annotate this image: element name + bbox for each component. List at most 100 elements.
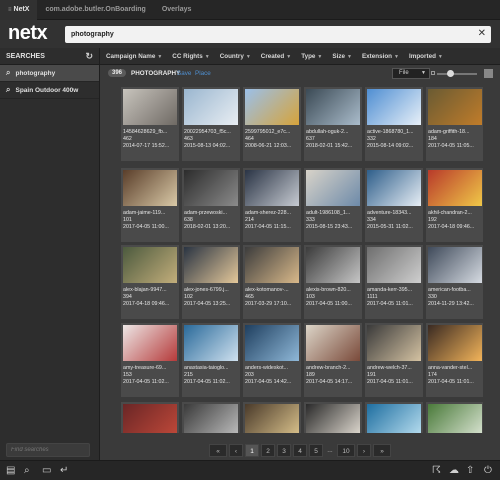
asset-thumbnail[interactable]: [184, 247, 238, 283]
asset-card[interactable]: abdullah-oguk-2... 637 2018-02-01 15:42...: [304, 87, 362, 161]
cloud-icon[interactable]: ☁: [449, 465, 459, 476]
asset-card[interactable]: andrew-branch-2... 189 2017-04-05 14:17...: [304, 323, 362, 397]
asset-thumbnail[interactable]: [367, 404, 421, 433]
asset-card[interactable]: adam-griffith-18... 184 2017-04-05 11:05..…: [426, 87, 483, 161]
search-icon[interactable]: ⌕: [24, 465, 30, 476]
inbox-icon[interactable]: ▭: [42, 465, 51, 476]
place-link[interactable]: Place: [195, 70, 211, 77]
asset-thumbnail[interactable]: [123, 325, 177, 361]
sidebar-item-photography[interactable]: ⌕ photography: [0, 65, 99, 82]
sidebar-item-spain-outdoor[interactable]: ⌕ Spain Outdoor 400w: [0, 82, 99, 99]
refresh-icon[interactable]: ↻: [85, 51, 93, 62]
asset-card[interactable]: adult-1986108_1... 333 2015-08-15 23:43...: [304, 168, 362, 242]
asset-card[interactable]: alex-blajan-9947... 394 2017-04-18 09:46..…: [121, 245, 179, 319]
asset-thumbnail[interactable]: [245, 325, 299, 361]
tab-onboarding[interactable]: com.adobe.butler.OnBoarding: [37, 0, 153, 20]
asset-card[interactable]: alex-kotomanov-... 465 2017-03-29 17:10...: [243, 245, 301, 319]
asset-thumbnail[interactable]: [306, 325, 360, 361]
asset-card[interactable]: amy-treasure-69... 153 2017-04-05 11:02...: [121, 323, 179, 397]
asset-card[interactable]: alexis-brown-820... 103 2017-04-05 11:00..…: [304, 245, 362, 319]
next-page-button[interactable]: ›: [357, 443, 371, 457]
clear-icon[interactable]: ✕: [478, 28, 486, 39]
search-input[interactable]: [65, 26, 465, 43]
asset-card[interactable]: adam-przewoski... 638 2018-02-01 13:20...: [182, 168, 240, 242]
asset-thumbnail[interactable]: [428, 404, 482, 433]
asset-card[interactable]: akhil-chandran-2... 192 2017-04-18 09:46..…: [426, 168, 483, 242]
asset-card[interactable]: adam-jaime-119... 101 2017-04-05 11:00...: [121, 168, 179, 242]
asset-thumbnail[interactable]: [306, 247, 360, 283]
cart-icon[interactable]: ☈: [432, 465, 441, 476]
filter-cc-rights[interactable]: CC Rights ▼: [172, 53, 209, 60]
asset-thumbnail[interactable]: [184, 170, 238, 206]
asset-card[interactable]: [304, 402, 362, 433]
asset-thumbnail[interactable]: [184, 325, 238, 361]
tab-overlays[interactable]: Overlays: [154, 0, 200, 20]
asset-thumbnail[interactable]: [123, 404, 177, 433]
find-searches-input[interactable]: [7, 444, 89, 456]
filter-size[interactable]: Size ▼: [332, 53, 352, 60]
page-button-10[interactable]: 10: [337, 443, 355, 457]
menu-icon[interactable]: ≡: [8, 7, 12, 13]
asset-thumbnail[interactable]: [306, 170, 360, 206]
asset-card[interactable]: anastasia-taioglo... 215 2017-04-05 11:02.…: [182, 323, 240, 397]
asset-thumbnail[interactable]: [367, 89, 421, 125]
asset-card[interactable]: adam-sherez-228... 214 2017-04-05 11:15...: [243, 168, 301, 242]
page-button-4[interactable]: 4: [293, 443, 307, 457]
power-icon[interactable]: ⏻: [484, 465, 492, 476]
exit-icon[interactable]: ↵: [60, 465, 68, 476]
asset-card[interactable]: andrew-welch-37... 191 2017-04-05 11:01...: [365, 323, 423, 397]
asset-card[interactable]: alex-jones-6799.j... 102 2017-04-05 13:25.…: [182, 245, 240, 319]
filter-campaign-name[interactable]: Campaign Name ▼: [106, 53, 162, 60]
save-search-link[interactable]: Save: [177, 70, 191, 77]
asset-thumbnail[interactable]: [367, 170, 421, 206]
asset-thumbnail[interactable]: [367, 247, 421, 283]
asset-card[interactable]: amanda-kerr-395... 1111 2017-04-05 11:01..…: [365, 245, 423, 319]
asset-thumbnail[interactable]: [428, 170, 482, 206]
find-searches-box[interactable]: [6, 443, 90, 457]
slider-knob[interactable]: [447, 70, 454, 77]
asset-thumbnail[interactable]: [123, 247, 177, 283]
folder-icon[interactable]: ▤: [6, 465, 15, 476]
asset-thumbnail[interactable]: [245, 170, 299, 206]
upload-icon[interactable]: ⇧: [466, 465, 474, 476]
asset-thumbnail[interactable]: [123, 170, 177, 206]
filter-extension[interactable]: Extension ▼: [362, 53, 399, 60]
filter-imported[interactable]: Imported ▼: [409, 53, 443, 60]
asset-card[interactable]: adventure-18343... 334 2015-05-31 11:02...: [365, 168, 423, 242]
page-button-1[interactable]: 1: [245, 443, 259, 457]
filter-created[interactable]: Created ▼: [261, 53, 291, 60]
tab-netx[interactable]: ≡ NetX: [0, 0, 38, 20]
first-page-button[interactable]: «: [209, 443, 227, 457]
asset-card[interactable]: [365, 402, 423, 433]
asset-card[interactable]: [426, 402, 483, 433]
asset-card[interactable]: anders-wideskot... 203 2017-04-05 14:42...: [243, 323, 301, 397]
page-button-3[interactable]: 3: [277, 443, 291, 457]
page-button-2[interactable]: 2: [261, 443, 275, 457]
asset-thumbnail[interactable]: [184, 404, 238, 433]
asset-thumbnail[interactable]: [428, 325, 482, 361]
asset-thumbnail[interactable]: [245, 247, 299, 283]
sort-select[interactable]: File ▼: [392, 68, 430, 79]
asset-card[interactable]: 14584628629_fb... 462 2014-07-17 15:52...: [121, 87, 179, 161]
asset-card[interactable]: american-footba... 330 2014-11-29 13:42...: [426, 245, 483, 319]
filter-type[interactable]: Type ▼: [301, 53, 322, 60]
asset-card[interactable]: active-1868780_1... 332 2015-08-14 09:02..…: [365, 87, 423, 161]
asset-card[interactable]: 2599795012_e7c... 464 2008-06-21 12:03...: [243, 87, 301, 161]
filter-country[interactable]: Country ▼: [220, 53, 251, 60]
asset-card[interactable]: [243, 402, 301, 433]
page-button-5[interactable]: 5: [309, 443, 323, 457]
asset-thumbnail[interactable]: [428, 89, 482, 125]
asset-card[interactable]: [121, 402, 179, 433]
prev-page-button[interactable]: ‹: [229, 443, 243, 457]
asset-thumbnail[interactable]: [245, 404, 299, 433]
asset-thumbnail[interactable]: [367, 325, 421, 361]
asset-thumbnail[interactable]: [428, 247, 482, 283]
asset-card[interactable]: anna-vander-stel... 174 2017-04-05 11:01..…: [426, 323, 483, 397]
asset-thumbnail[interactable]: [306, 404, 360, 433]
asset-thumbnail[interactable]: [306, 89, 360, 125]
asset-card[interactable]: 20022954703_f5c... 463 2015-08-13 04:02...: [182, 87, 240, 161]
asset-thumbnail[interactable]: [184, 89, 238, 125]
last-page-button[interactable]: »: [373, 443, 391, 457]
search-box[interactable]: ✕: [65, 26, 491, 43]
asset-thumbnail[interactable]: [245, 89, 299, 125]
